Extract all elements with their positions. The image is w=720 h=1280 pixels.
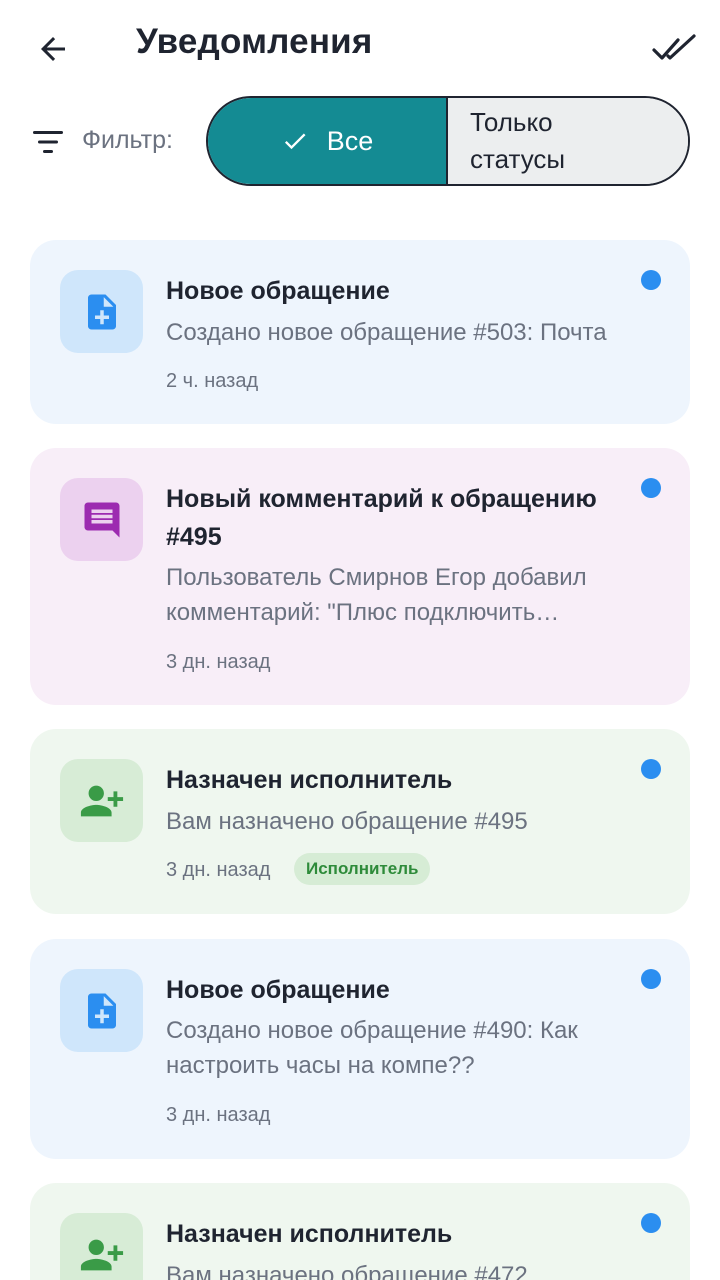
check-icon	[281, 127, 309, 155]
notification-text: Создано новое обращение #503: Почта	[166, 319, 607, 346]
comment-icon	[84, 502, 119, 537]
notification-title: Назначен исполнитель	[166, 766, 453, 794]
notification-icon-tile	[60, 1213, 143, 1280]
double-check-icon	[652, 34, 696, 60]
notification-text: Создано новое обращение #490: Как настро…	[166, 1017, 578, 1079]
app-bar: Уведомления	[0, 0, 720, 92]
new-document-icon	[87, 993, 116, 1028]
add-person-icon	[80, 1239, 123, 1270]
notification-title: Новый комментарий к обращению #495	[166, 485, 597, 551]
notification-text: Пользователь Смирнов Егор добавил коммен…	[166, 564, 587, 626]
filter-option-statuses-only[interactable]: Только статусы	[448, 98, 688, 184]
add-person-icon	[80, 785, 123, 816]
notification-text: Вам назначено обращение #472	[166, 1262, 528, 1280]
unread-dot	[641, 270, 661, 290]
unread-dot	[641, 1213, 661, 1233]
notification-icon-tile	[60, 478, 143, 561]
notification-text: Вам назначено обращение #495	[166, 808, 528, 835]
filter-option-statuses-label: Только статусы	[470, 107, 566, 174]
unread-dot	[641, 759, 661, 779]
unread-dot	[641, 478, 661, 498]
notification-card[interactable]: Новое обращение Создано новое обращение …	[30, 939, 690, 1159]
notification-card[interactable]: Назначен исполнитель Вам назначено обращ…	[30, 729, 690, 914]
filter-option-all-label: Все	[326, 125, 374, 156]
notification-card[interactable]: Новое обращение Создано новое обращение …	[30, 240, 690, 424]
arrow-back-icon	[41, 37, 65, 61]
filter-icon	[33, 131, 63, 153]
notification-card[interactable]: Новый комментарий к обращению #495 Польз…	[30, 448, 690, 705]
notification-icon-tile	[60, 759, 143, 842]
notification-time: 2 ч. назад	[166, 370, 259, 392]
notification-card[interactable]: Назначен исполнитель Вам назначено обращ…	[30, 1183, 690, 1280]
page-title: Уведомления	[136, 22, 373, 61]
new-document-icon	[87, 294, 116, 329]
notification-title: Назначен исполнитель	[166, 1220, 453, 1248]
notification-time: 3 дн. назад	[166, 651, 271, 673]
notification-title: Новое обращение	[166, 976, 390, 1004]
filter-option-all[interactable]: Все	[208, 98, 448, 184]
notification-title: Новое обращение	[166, 277, 390, 305]
filter-bar: Фильтр: Все Только статусы	[0, 96, 720, 188]
back-button[interactable]	[30, 26, 76, 72]
mark-all-read-button[interactable]	[648, 26, 700, 72]
notification-time: 3 дн. назад	[166, 859, 271, 881]
notification-time: 3 дн. назад	[166, 1104, 271, 1126]
notification-icon-tile	[60, 270, 143, 353]
filter-segmented-control: Все Только статусы	[206, 96, 690, 186]
notification-icon-tile	[60, 969, 143, 1052]
unread-dot	[641, 969, 661, 989]
filter-label: Фильтр:	[82, 126, 173, 154]
role-badge: Исполнитель	[294, 853, 431, 885]
